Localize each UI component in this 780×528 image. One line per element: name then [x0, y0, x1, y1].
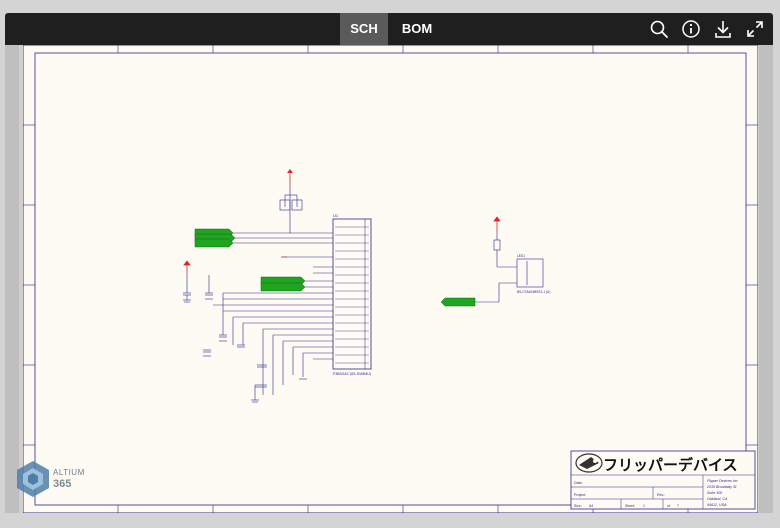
of-value: 7 [677, 504, 679, 508]
sheet-value: 1 [643, 504, 645, 508]
company-line: Oakland, CA [707, 497, 728, 501]
company-line: 2035 Broadway St [706, 485, 737, 489]
size-label: Size: [574, 504, 582, 508]
date-label: Date: [574, 481, 583, 485]
tab-bom[interactable]: BOM [393, 13, 441, 45]
left-gutter [5, 45, 19, 513]
project-label: Project: [574, 493, 586, 497]
sheet-label: Sheet: [625, 504, 635, 508]
schematic-viewer[interactable]: U1 P3B4GAC (6S-SVMMU) LED1 BS-CTA4S4BSS1… [5, 45, 773, 513]
download-icon[interactable] [713, 19, 733, 39]
ic-label: U1 [333, 213, 339, 218]
branding-line2: 365 [53, 478, 72, 490]
branding-line1: ALTIUM [53, 468, 85, 477]
schematic-sheet: U1 P3B4GAC (6S-SVMMU) LED1 BS-CTA4S4BSS1… [23, 45, 758, 513]
led-part: BS-CTA4S4BSS1-1 (U) [517, 290, 550, 294]
tab-sch[interactable]: SCH [340, 13, 388, 45]
search-icon[interactable] [649, 19, 669, 39]
main-ic[interactable]: U1 P3B4GAC (6S-SVMMU) [332, 213, 372, 376]
fullscreen-icon[interactable] [745, 19, 765, 39]
rev-label: Rev.: [657, 493, 665, 497]
company-line: Flipper Devices Inc [707, 479, 738, 483]
info-icon[interactable] [681, 19, 701, 39]
size-value: A4 [589, 504, 593, 508]
title-logo-text: フリッパーデバイス [603, 456, 738, 474]
altium-logo-icon [17, 461, 49, 497]
ic-part: P3B4GAC (6S-SVMMU) [333, 372, 371, 376]
company-line: 94612, USA [707, 503, 727, 507]
of-label: of [667, 504, 670, 508]
viewer-toolbar: SCH BOM [5, 13, 773, 45]
right-gutter [759, 45, 773, 513]
led-label: LED1 [517, 254, 525, 258]
company-line: Suite 300 [707, 491, 722, 495]
altium-branding: ALTIUM 365 [13, 460, 103, 500]
